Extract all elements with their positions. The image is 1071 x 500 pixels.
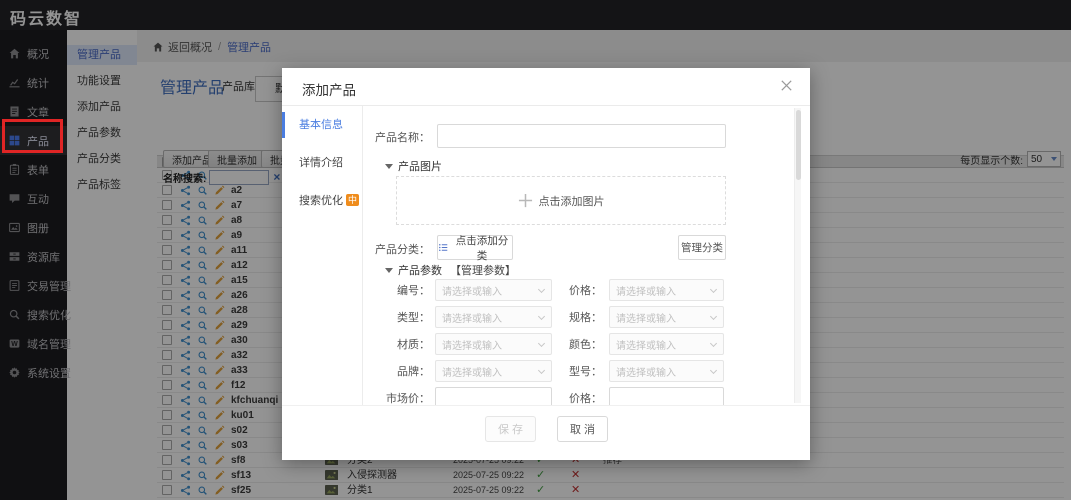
upload-image-box[interactable]: 点击添加图片	[396, 176, 726, 225]
plus-icon	[518, 193, 533, 208]
manage-category-button[interactable]: 管理分类	[678, 235, 726, 260]
param-input[interactable]	[609, 387, 724, 405]
app-window: 码云数智 概况统计文章产品表单互动图册资源库交易管理搜索优化W域名管理系统设置 …	[0, 0, 1071, 500]
list-icon	[438, 242, 449, 253]
modal-tab-label: 基本信息	[299, 119, 343, 131]
cancel-button[interactable]: 取 消	[557, 416, 608, 442]
upload-image-label: 点击添加图片	[539, 193, 605, 209]
modal-tab-label: 搜索优化	[299, 195, 343, 207]
param-select[interactable]: 请选择或输入	[609, 333, 724, 355]
status-badge: 中	[346, 194, 359, 206]
product-category-label: 产品分类：	[363, 241, 430, 257]
chevron-down-icon	[710, 286, 717, 293]
param-select[interactable]: 请选择或输入	[435, 360, 552, 382]
param-label: 编号：	[363, 282, 430, 298]
collapse-arrow-icon	[385, 164, 393, 169]
param-row: 市场价： 价格：	[363, 387, 803, 405]
modal-tab-label: 详情介绍	[299, 157, 343, 169]
chevron-down-icon	[538, 367, 545, 374]
product-params-section-toggle[interactable]: 产品参数 【管理参数】	[385, 262, 516, 278]
param-label: 类型：	[363, 309, 430, 325]
param-select[interactable]: 请选择或输入	[609, 360, 724, 382]
modal-scrollbar[interactable]	[794, 108, 801, 403]
modal-form: 产品名称： 产品图片 点击添加图片 产品分类： 点击添加分类 管理分类	[363, 106, 803, 405]
modal-header: 添加产品	[282, 68, 810, 106]
param-label: 颜色：	[557, 336, 602, 352]
param-label: 品牌：	[363, 363, 430, 379]
param-select[interactable]: 请选择或输入	[435, 279, 552, 301]
param-grid: 编号：请选择或输入价格：请选择或输入类型：请选择或输入规格：请选择或输入材质：请…	[363, 279, 803, 405]
param-select[interactable]: 请选择或输入	[435, 306, 552, 328]
scrollbar-thumb[interactable]	[796, 110, 801, 180]
chevron-down-icon	[538, 313, 545, 320]
param-select[interactable]: 请选择或输入	[609, 279, 724, 301]
product-name-input[interactable]	[437, 124, 726, 148]
add-category-button[interactable]: 点击添加分类	[437, 235, 513, 260]
param-row: 材质： 请选择或输入颜色： 请选择或输入	[363, 333, 803, 355]
save-button[interactable]: 保 存	[485, 416, 536, 442]
modal-tab-seo[interactable]: 搜索优化中	[282, 182, 362, 220]
close-icon[interactable]	[779, 78, 794, 93]
chevron-down-icon	[710, 313, 717, 320]
param-select[interactable]: 请选择或输入	[609, 306, 724, 328]
chevron-down-icon	[538, 340, 545, 347]
param-label: 价格：	[557, 390, 602, 405]
product-params-section-label: 产品参数	[398, 262, 442, 278]
param-label: 材质：	[363, 336, 430, 352]
product-image-section-toggle[interactable]: 产品图片	[385, 158, 442, 174]
chevron-down-icon	[710, 367, 717, 374]
collapse-arrow-icon	[385, 268, 393, 273]
add-product-modal: 添加产品 基本信息详情介绍搜索优化中 产品名称： 产品图片 点击添加图片 产品分…	[282, 68, 810, 460]
param-select[interactable]: 请选择或输入	[435, 333, 552, 355]
param-label: 价格：	[557, 282, 602, 298]
param-row: 品牌： 请选择或输入型号： 请选择或输入	[363, 360, 803, 382]
modal-tab-rail: 基本信息详情介绍搜索优化中	[282, 106, 363, 405]
modal-body: 基本信息详情介绍搜索优化中 产品名称： 产品图片 点击添加图片 产品分类： 点击…	[282, 106, 810, 405]
param-label: 型号：	[557, 363, 602, 379]
param-input[interactable]	[435, 387, 552, 405]
modal-title: 添加产品	[302, 79, 356, 99]
chevron-down-icon	[538, 286, 545, 293]
modal-tab-details[interactable]: 详情介绍	[282, 144, 362, 182]
param-row: 编号： 请选择或输入价格： 请选择或输入	[363, 279, 803, 301]
product-image-section-label: 产品图片	[398, 158, 442, 174]
param-label: 规格：	[557, 309, 602, 325]
manage-params-link[interactable]: 【管理参数】	[450, 262, 516, 278]
add-category-label: 点击添加分类	[452, 233, 512, 263]
param-row: 类型： 请选择或输入规格： 请选择或输入	[363, 306, 803, 328]
product-name-label: 产品名称：	[363, 129, 430, 145]
modal-footer: 保 存 取 消	[282, 405, 810, 460]
chevron-down-icon	[710, 340, 717, 347]
modal-tab-basic-info[interactable]: 基本信息	[282, 106, 362, 144]
param-label: 市场价：	[363, 390, 430, 405]
annotation-box	[2, 119, 63, 153]
